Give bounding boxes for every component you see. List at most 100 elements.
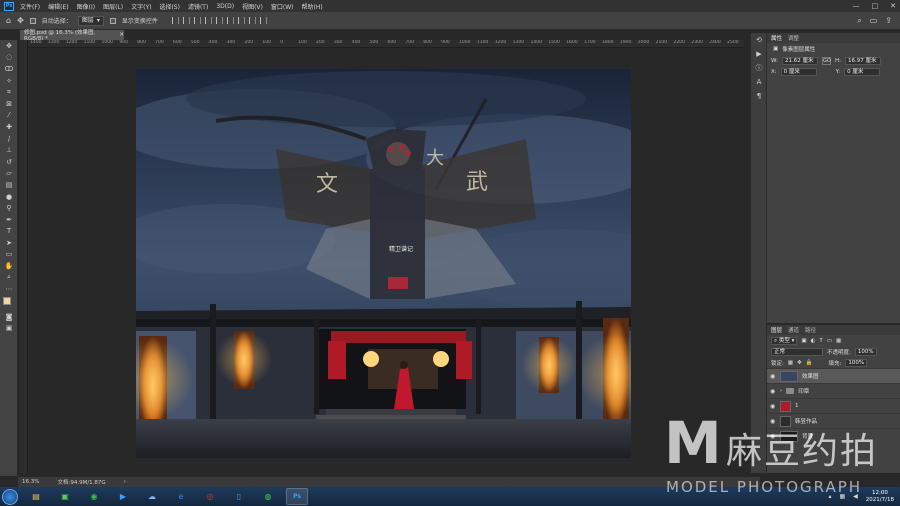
tab-paths[interactable]: 路径 (805, 326, 816, 334)
status-arrow-icon[interactable]: › (124, 479, 126, 485)
visibility-eye-icon[interactable]: ◉ (770, 373, 776, 380)
height-field[interactable]: 16.97 厘米 (844, 56, 881, 65)
ie-browser-icon[interactable]: e (170, 488, 192, 505)
lock-all-icon[interactable]: 🔒 (806, 360, 813, 366)
filter-pixel-icon[interactable]: ▣ (801, 338, 806, 344)
document-info[interactable]: 文档:94.9M/1.87G (57, 478, 105, 486)
character-icon[interactable]: A (751, 75, 767, 89)
layer-row[interactable]: ◉ 1 (767, 398, 900, 413)
hand-icon[interactable]: ✋ (0, 260, 18, 272)
explorer-icon[interactable]: ▤ (25, 488, 47, 505)
color-swatches[interactable] (0, 295, 18, 311)
maximize-button[interactable]: □ (872, 2, 879, 10)
menu-edit[interactable]: 编辑(E) (48, 2, 68, 11)
align-top-icon[interactable] (204, 17, 212, 24)
layer-filter-select[interactable]: ⌕ 类型 ▾ (771, 336, 798, 345)
fill-field[interactable]: 100% (845, 358, 868, 367)
show-transform-checkbox[interactable] (109, 17, 116, 24)
crop-icon[interactable]: ⌗ (0, 86, 18, 98)
tab-properties[interactable]: 属性 (771, 34, 782, 42)
align-right-icon[interactable] (193, 17, 201, 24)
layer-row[interactable]: ◉ 韩昱作品 (767, 413, 900, 428)
document-tab[interactable]: 修图.psd @ 16.3% (效果图, RGB/8) * ✕ (20, 30, 124, 42)
align-center-icon[interactable] (182, 17, 190, 24)
volume-icon[interactable]: ◀ (853, 493, 858, 500)
home-icon[interactable]: ⌂ (6, 16, 11, 25)
tab-adjustments[interactable]: 调整 (788, 34, 799, 42)
stamp-icon[interactable]: ⊥ (0, 144, 18, 156)
shape-icon[interactable]: ▭ (0, 249, 18, 261)
layer-row[interactable]: ◉ 背景 (767, 428, 900, 443)
quick-mask-icon[interactable]: ◙ (0, 311, 18, 323)
history-icon[interactable]: ⟲ (751, 33, 767, 47)
phone-assistant-icon[interactable]: ▯ (228, 488, 250, 505)
share-icon[interactable]: ⇪ (885, 16, 892, 26)
close-button[interactable]: ✕ (890, 2, 896, 10)
menu-help[interactable]: 帮助(H) (302, 2, 323, 11)
visibility-eye-icon[interactable]: ◉ (770, 403, 776, 410)
align-bottom-icon[interactable] (226, 17, 234, 24)
menu-select[interactable]: 选择(S) (159, 2, 180, 11)
visibility-eye-icon[interactable]: ◉ (770, 388, 776, 395)
canvas-area[interactable]: 文 武 大 精卫谱记 (28, 48, 743, 473)
auto-select-checkbox[interactable] (29, 17, 36, 24)
filter-type-icon[interactable]: T (819, 338, 822, 344)
clock[interactable]: 12:00 2021/7/18 (866, 490, 894, 504)
path-select-icon[interactable]: ➤ (0, 237, 18, 249)
move-tool-icon[interactable]: ✥ (17, 16, 24, 25)
width-field[interactable]: 21.62 厘米 (781, 56, 818, 65)
tray-up-icon[interactable]: ▴ (828, 493, 831, 500)
align-middle-icon[interactable] (215, 17, 223, 24)
blur-icon[interactable]: ● (0, 191, 18, 203)
distribute-3-icon[interactable] (259, 17, 267, 24)
layer-row[interactable]: ◉ › 印章 (767, 383, 900, 398)
search-icon[interactable]: ⌕ (857, 16, 861, 26)
move-icon[interactable]: ✥ (0, 40, 18, 52)
network-icon[interactable]: ▦ (840, 493, 846, 500)
artwork-image[interactable]: 文 武 大 精卫谱记 (136, 69, 631, 458)
lock-pixels-icon[interactable]: ▦ (788, 360, 793, 366)
more-tools-icon[interactable]: ⋯ (0, 283, 18, 295)
tab-layers[interactable]: 图层 (771, 326, 782, 334)
lock-position-icon[interactable]: ✥ (797, 360, 802, 366)
app-green-icon[interactable]: ▣ (54, 488, 76, 505)
filter-adjust-icon[interactable]: ◐ (811, 338, 816, 344)
auto-select-dropdown[interactable]: 图层 ▾ (77, 15, 104, 26)
browser-360-icon[interactable]: ◉ (83, 488, 105, 505)
magic-wand-icon[interactable]: ✧ (0, 75, 18, 87)
frame-icon[interactable]: ⊠ (0, 98, 18, 110)
menu-3d[interactable]: 3D(D) (216, 3, 234, 10)
x-field[interactable]: 0 厘米 (780, 67, 817, 76)
media-player-icon[interactable]: ▶ (112, 488, 134, 505)
healing-icon[interactable]: ✚ (0, 121, 18, 133)
info-icon[interactable]: ⓘ (751, 61, 767, 75)
expand-arrow-icon[interactable]: › (780, 388, 782, 394)
y-field[interactable]: 0 厘米 (844, 67, 881, 76)
close-tab-icon[interactable]: ✕ (119, 32, 124, 38)
menu-filter[interactable]: 滤镜(T) (188, 2, 208, 11)
zoom-icon[interactable]: ⌕ (0, 272, 18, 284)
layer-row[interactable]: ◉ 效果图 (767, 368, 900, 383)
visibility-eye-icon[interactable]: ◉ (770, 433, 776, 440)
menu-image[interactable]: 图像(I) (77, 2, 95, 11)
type-icon[interactable]: T (0, 226, 18, 238)
blend-mode-select[interactable]: 正常 (771, 347, 823, 356)
wechat-icon[interactable]: ◍ (257, 488, 279, 505)
screen-mode-icon[interactable]: ▣ (0, 323, 18, 335)
opacity-field[interactable]: 100% (854, 347, 877, 356)
visibility-eye-icon[interactable]: ◉ (770, 418, 776, 425)
distribute-2-icon[interactable] (248, 17, 256, 24)
photoshop-task-icon[interactable]: Ps (286, 488, 308, 505)
eyedropper-icon[interactable]: ⁄ (0, 110, 18, 122)
marquee-icon[interactable]: ◌ (0, 52, 18, 64)
brush-icon[interactable]: ∕ (0, 133, 18, 145)
netease-music-icon[interactable]: ◎ (199, 488, 221, 505)
actions-icon[interactable]: ▶ (751, 47, 767, 61)
zoom-level[interactable]: 16.3% (22, 479, 39, 485)
menu-type[interactable]: 文字(Y) (131, 2, 151, 11)
menu-layer[interactable]: 图层(L) (103, 2, 123, 11)
baidu-netdisk-icon[interactable]: ☁ (141, 488, 163, 505)
menu-view[interactable]: 视图(V) (242, 2, 263, 11)
distribute-icon[interactable] (237, 17, 245, 24)
align-left-icon[interactable] (171, 17, 179, 24)
